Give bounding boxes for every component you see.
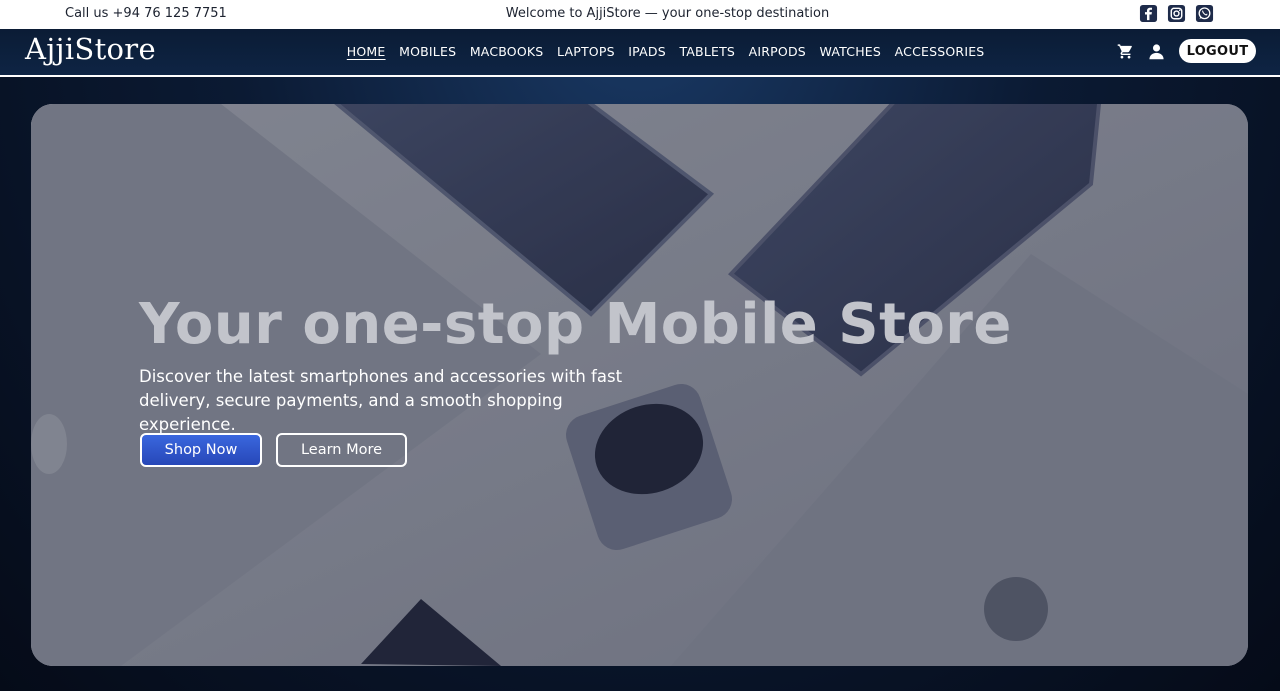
nav-item-ipads[interactable]: IPADS: [622, 44, 673, 59]
nav-item-macbooks[interactable]: MACBOOKS: [463, 44, 550, 59]
nav-item-mobiles[interactable]: MOBILES: [392, 44, 463, 59]
nav-actions: LOGOUT: [1117, 39, 1256, 63]
logout-button[interactable]: LOGOUT: [1179, 39, 1256, 63]
nav-item-home[interactable]: HOME: [340, 44, 392, 59]
social-links: [1139, 4, 1214, 23]
nav-item-watches[interactable]: WATCHES: [813, 44, 888, 59]
facebook-icon[interactable]: [1139, 4, 1158, 23]
nav-item-airpods[interactable]: AIRPODS: [742, 44, 813, 59]
primary-nav: HOME MOBILES MACBOOKS LAPTOPS IPADS TABL…: [340, 44, 991, 59]
learn-more-button[interactable]: Learn More: [276, 433, 407, 467]
site-logo[interactable]: AjjiStore: [25, 32, 156, 66]
hero-subtitle: Discover the latest smartphones and acce…: [139, 367, 623, 434]
hero-title: Your one-stop Mobile Store: [139, 292, 1012, 357]
nav-item-tablets[interactable]: TABLETS: [673, 44, 742, 59]
instagram-icon[interactable]: [1167, 4, 1186, 23]
shop-now-button[interactable]: Shop Now: [140, 433, 262, 467]
whatsapp-icon[interactable]: [1195, 4, 1214, 23]
nav-item-accessories[interactable]: ACCESSORIES: [888, 44, 991, 59]
cart-icon[interactable]: [1117, 43, 1134, 60]
main-navbar: AjjiStore HOME MOBILES MACBOOKS LAPTOPS …: [0, 29, 1280, 77]
top-info-bar: Call us +94 76 125 7751 Welcome to AjjiS…: [0, 0, 1280, 29]
welcome-message: Welcome to AjjiStore — your one-stop des…: [505, 6, 830, 21]
nav-item-laptops[interactable]: LAPTOPS: [550, 44, 621, 59]
hero-banner: Your one-stop Mobile Store Discover the …: [31, 104, 1248, 666]
user-icon[interactable]: [1148, 43, 1165, 60]
